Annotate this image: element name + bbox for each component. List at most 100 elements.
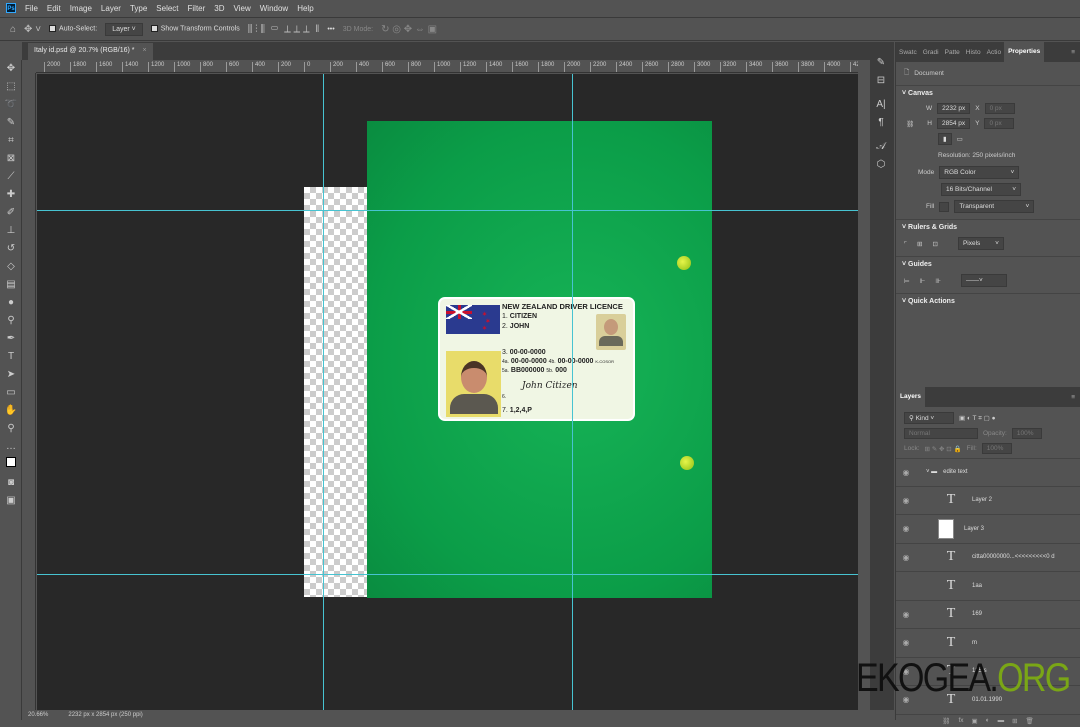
layer-row[interactable]: ◉ Tm — [896, 629, 1080, 658]
menu-layer[interactable]: Layer — [101, 4, 121, 13]
screen-mode-icon[interactable]: ▣ — [0, 492, 22, 510]
close-tab-icon[interactable]: × — [142, 47, 146, 54]
menu-file[interactable]: File — [25, 4, 38, 13]
stamp-tool-icon[interactable]: ⊥ — [0, 222, 22, 240]
fx-icon[interactable]: fx — [958, 717, 963, 724]
guide-vertical[interactable] — [323, 74, 324, 710]
tab-history[interactable]: Histo — [963, 49, 984, 56]
y-input[interactable]: 0 px — [984, 118, 1015, 129]
fill-input[interactable]: 100% — [981, 443, 1012, 454]
hand-tool-icon[interactable]: ✋ — [0, 402, 22, 420]
align-icons[interactable]: ⫼ ⫶ ⫼ ▭ ⊥ ⊥ ⊥ ‖ — [248, 24, 320, 35]
menu-image[interactable]: Image — [70, 4, 92, 13]
layer-row[interactable]: T 1aa — [896, 572, 1080, 601]
menu-help[interactable]: Help — [297, 4, 313, 13]
link-layers-icon[interactable]: ⛓ — [942, 717, 950, 725]
color-swatches-icon[interactable] — [0, 456, 22, 474]
layer-row[interactable]: ◉ T Layer 2 — [896, 487, 1080, 515]
healing-tool-icon[interactable]: ✚ — [0, 186, 22, 204]
more-options-button[interactable]: ••• — [327, 26, 334, 33]
document-tab[interactable]: Italy id.psd @ 20.7% (RGB/16) * × — [28, 43, 153, 60]
fill-dropdown[interactable]: Transparent ˅ — [954, 200, 1035, 213]
canvas-area[interactable]: ✶ ✶ ✶ NEW ZEALAND DRIVER LICENCE 1. CITIZ… — [37, 74, 858, 710]
new-group-icon[interactable]: ▬ — [998, 717, 1005, 724]
tab-layers[interactable]: Layers — [896, 387, 925, 407]
auto-select-target-dropdown[interactable]: Layer ˅ — [105, 22, 143, 36]
x-input[interactable]: 0 px — [984, 103, 1015, 114]
guides-icon[interactable]: ⊨ — [904, 277, 910, 285]
3d-icon[interactable]: ⬡ — [870, 156, 892, 174]
move-tool-icon[interactable]: ✥ — [0, 60, 22, 78]
history-brush-icon[interactable]: ↺ — [0, 240, 22, 258]
panel-menu-icon[interactable]: ≡ — [1068, 49, 1080, 56]
blur-tool-icon[interactable]: ● — [0, 294, 22, 312]
show-transform-checkbox[interactable]: Show Transform Controls — [150, 25, 240, 33]
more-tools-icon[interactable]: … — [0, 438, 22, 456]
layer-row[interactable]: ◉ T 169 — [896, 601, 1080, 629]
opacity-input[interactable]: 100% — [1011, 428, 1042, 439]
layer-row[interactable]: ◉ Tcitta00000000...<<<<<<<<<0 d — [896, 544, 1080, 572]
paragraph-icon[interactable]: ¶ — [870, 114, 892, 132]
link-icon[interactable]: ⛓ — [906, 120, 914, 128]
3d-tools-icons[interactable]: ↻ ◎ ✥ ⇔ ▣ — [381, 24, 437, 35]
fill-swatch[interactable] — [939, 201, 950, 212]
tab-gradients[interactable]: Gradi — [920, 49, 942, 56]
eye-icon[interactable]: ◉ — [896, 496, 916, 505]
menu-edit[interactable]: Edit — [47, 4, 61, 13]
canvas-section[interactable]: ˅ Canvas — [896, 85, 1080, 101]
adjustment-icon[interactable]: ◐ — [986, 717, 990, 724]
quick-select-tool-icon[interactable]: ✎ — [0, 114, 22, 132]
layer-row[interactable]: ◉ Layer 3 — [896, 515, 1080, 544]
blend-mode-dropdown[interactable]: Normal — [904, 428, 978, 439]
brush-tool-icon[interactable]: ✐ — [0, 204, 22, 222]
bit-depth-dropdown[interactable]: 16 Bits/Channel ˅ — [941, 183, 1021, 196]
lock-icons[interactable]: ⊞ ✎ ✥ ⊡ 🔒 — [925, 445, 962, 453]
auto-select-checkbox[interactable]: Auto-Select: — [49, 25, 97, 33]
menu-type[interactable]: Type — [130, 4, 147, 13]
filter-icons[interactable]: ▣ ◐ T ⌗ ▢ ● — [959, 414, 996, 423]
guide-horizontal[interactable] — [37, 210, 858, 211]
layers-menu-icon[interactable]: ≡ — [1068, 394, 1080, 401]
eye-icon[interactable]: ◉ — [896, 468, 916, 477]
quick-actions-section[interactable]: ˅ Quick Actions — [896, 293, 1080, 309]
pixel-grid-icon[interactable]: ⊡ — [933, 240, 938, 248]
new-layer-icon[interactable]: ⊞ — [1012, 717, 1017, 725]
height-input[interactable]: 2854 px — [936, 118, 971, 129]
landscape-orientation-icon[interactable]: ▭ — [957, 135, 963, 143]
clone-source-icon[interactable]: ⊟ — [870, 72, 892, 90]
layer-group[interactable]: ◉ ˅ ▬ edite text — [896, 458, 1080, 487]
guide-vertical[interactable] — [572, 74, 573, 710]
pen-tool-icon[interactable]: ✒ — [0, 330, 22, 348]
frame-tool-icon[interactable]: ⊠ — [0, 150, 22, 168]
tab-patterns[interactable]: Patte — [942, 49, 963, 56]
rulers-grids-section[interactable]: ˅ Rulers & Grids — [896, 219, 1080, 235]
eye-icon[interactable]: ◉ — [896, 524, 916, 533]
eye-icon[interactable]: ◉ — [896, 610, 916, 619]
mask-icon[interactable]: ▣ — [972, 717, 978, 725]
menu-select[interactable]: Select — [156, 4, 178, 13]
rectangle-tool-icon[interactable]: ▭ — [0, 384, 22, 402]
marquee-tool-icon[interactable]: ⬚ — [0, 78, 22, 96]
zoom-level[interactable]: 20.66% — [28, 712, 48, 718]
document-info[interactable]: 2232 px x 2854 px (250 ppi) — [68, 712, 142, 718]
menu-3d[interactable]: 3D — [214, 4, 224, 13]
menu-window[interactable]: Window — [260, 4, 288, 13]
gradient-tool-icon[interactable]: ▤ — [0, 276, 22, 294]
eye-icon[interactable]: ◉ — [896, 553, 916, 562]
type-tool-icon[interactable]: T — [0, 348, 22, 366]
tab-properties[interactable]: Properties — [1004, 42, 1045, 62]
menu-filter[interactable]: Filter — [188, 4, 206, 13]
lock-guides-icon[interactable]: ⊩ — [920, 277, 926, 285]
zoom-tool-icon[interactable]: ⚲ — [0, 420, 22, 438]
glyphs-icon[interactable]: 𝒜 — [870, 138, 892, 156]
menu-view[interactable]: View — [234, 4, 251, 13]
home-icon[interactable]: ⌂ — [10, 24, 16, 35]
tab-actions[interactable]: Actio — [984, 49, 1004, 56]
width-input[interactable]: 2232 px — [937, 103, 971, 114]
dodge-tool-icon[interactable]: ⚲ — [0, 312, 22, 330]
crop-tool-icon[interactable]: ⌗ — [0, 132, 22, 150]
move-tool-icon[interactable]: ✥ ˅ — [24, 24, 41, 35]
eye-icon[interactable]: ◉ — [896, 638, 916, 647]
quick-mask-icon[interactable]: ◙ — [0, 474, 22, 492]
ruler-icon[interactable]: ⌜ — [904, 240, 907, 248]
